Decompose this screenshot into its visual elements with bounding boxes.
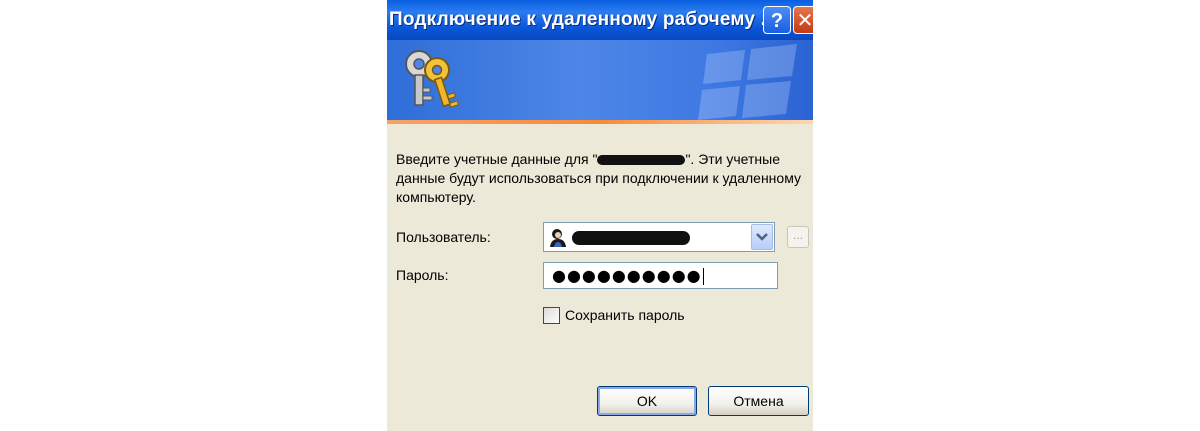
chevron-down-icon [756, 233, 768, 241]
password-field[interactable]: ●●●●●●●●●● [543, 262, 778, 289]
user-icon [550, 229, 566, 247]
user-label: Пользователь: [396, 229, 491, 245]
browse-button[interactable]: ... [787, 226, 809, 248]
keys-icon [405, 50, 460, 108]
close-button[interactable]: ✕ [793, 6, 813, 34]
windows-logo-icon [698, 44, 797, 120]
cancel-button[interactable]: Отмена [708, 386, 809, 416]
window-title: Подключение к удаленному рабочему ... [389, 9, 778, 30]
user-combobox[interactable] [543, 222, 775, 252]
redacted-computer-name [597, 155, 686, 166]
remote-desktop-credentials-dialog: Подключение к удаленному рабочему ... ? … [387, 0, 813, 431]
banner-accent-line [387, 120, 813, 124]
save-password-checkbox[interactable] [543, 307, 560, 324]
password-value: ●●●●●●●●●● [552, 266, 702, 285]
save-password-label[interactable]: Сохранить пароль [565, 307, 685, 323]
header-banner [387, 40, 813, 120]
instruction-text: Введите учетные данные для " ". Эти учетн… [396, 150, 813, 207]
redacted-user-name [572, 231, 690, 245]
password-label: Пароль: [396, 267, 449, 283]
user-dropdown-button[interactable] [751, 224, 773, 250]
text-caret [702, 268, 704, 285]
ok-button[interactable]: OK [597, 386, 697, 416]
help-button[interactable]: ? [763, 6, 791, 34]
title-bar[interactable]: Подключение к удаленному рабочему ... ? … [387, 0, 813, 40]
instruction-text-start: Введите учетные данные для " [396, 151, 598, 167]
